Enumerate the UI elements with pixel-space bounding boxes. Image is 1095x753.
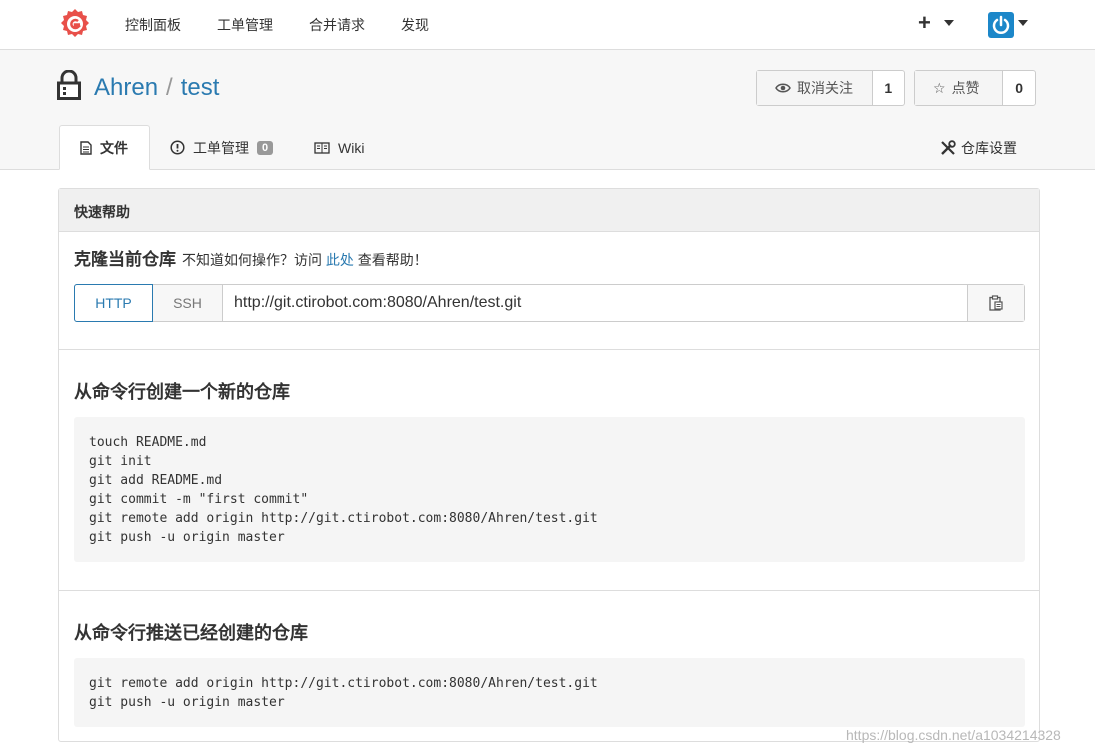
star-button-group: ☆ 点赞 0 <box>914 70 1036 106</box>
unwatch-button[interactable]: 取消关注 <box>757 71 873 105</box>
tab-settings-label: 仓库设置 <box>961 139 1017 156</box>
avatar[interactable] <box>988 12 1014 38</box>
power-icon <box>992 15 1010 34</box>
panel-header: 快速帮助 <box>59 189 1039 232</box>
clone-hint: 不知道如何操作？访问 此处 查看帮助！ <box>182 252 428 268</box>
code-line: git push -u origin master <box>89 530 285 545</box>
eye-icon <box>775 83 791 93</box>
ssh-button[interactable]: SSH <box>153 285 223 321</box>
gogs-logo-icon[interactable] <box>59 8 91 40</box>
watermark: https://blog.csdn.net/a1034214328 <box>846 727 1061 743</box>
user-dropdown-icon[interactable] <box>1018 20 1028 26</box>
divider <box>59 349 1039 350</box>
issues-count-badge: 0 <box>257 140 274 155</box>
code-line: git remote add origin http://git.ctirobo… <box>89 511 598 526</box>
watch-button-group: 取消关注 1 <box>756 70 905 106</box>
tab-files[interactable]: 文件 <box>59 125 150 170</box>
clone-hint-after: 查看帮助！ <box>357 252 428 268</box>
http-button[interactable]: HTTP <box>74 284 153 322</box>
watch-count[interactable]: 1 <box>873 71 904 105</box>
divider <box>59 590 1039 591</box>
code-line: git add README.md <box>89 473 223 488</box>
create-new-button[interactable]: + <box>918 10 931 36</box>
star-label: 点赞 <box>951 80 980 96</box>
tab-wiki-label: Wiki <box>338 139 365 156</box>
star-button[interactable]: ☆ 点赞 <box>915 71 1004 105</box>
lock-icon <box>57 70 81 100</box>
repo-header <box>0 50 1095 170</box>
repo-separator: / <box>166 74 173 101</box>
issue-icon <box>170 140 185 155</box>
repo-name-link[interactable]: test <box>181 74 220 101</box>
new-repo-code-block: touch README.md git init git add README.… <box>74 417 1025 562</box>
tab-files-label: 文件 <box>100 139 128 156</box>
push-existing-code-block: git remote add origin http://git.ctirobo… <box>74 658 1025 727</box>
new-repo-heading: 从命令行创建一个新的仓库 <box>74 382 290 402</box>
push-existing-heading: 从命令行推送已经创建的仓库 <box>74 623 308 643</box>
repo-title: Ahren / test <box>94 74 219 102</box>
create-dropdown-icon[interactable] <box>944 20 954 26</box>
clone-url-input[interactable]: http://git.ctirobot.com:8080/Ahren/test.… <box>223 285 967 321</box>
unwatch-label: 取消关注 <box>797 80 853 96</box>
code-line: git init <box>89 454 152 469</box>
code-line: git commit -m "first commit" <box>89 492 309 507</box>
clone-url-bar: HTTP SSH http://git.ctirobot.com:8080/Ah… <box>74 284 1025 322</box>
tab-issues-label: 工单管理 <box>193 139 249 156</box>
star-count[interactable]: 0 <box>1003 71 1035 105</box>
tab-issues[interactable]: 工单管理 0 <box>170 125 274 170</box>
copy-button[interactable] <box>967 285 1024 321</box>
nav-issues[interactable]: 工单管理 <box>217 15 273 35</box>
code-line: touch README.md <box>89 435 207 450</box>
clipboard-icon <box>989 295 1003 311</box>
tab-settings[interactable]: 仓库设置 <box>940 125 1017 170</box>
code-line: git push -u origin master <box>89 695 285 710</box>
star-icon: ☆ <box>933 79 946 96</box>
file-icon <box>80 140 92 155</box>
tab-wiki[interactable]: Wiki <box>314 125 364 170</box>
code-line: git remote add origin http://git.ctirobo… <box>89 676 598 691</box>
help-link[interactable]: 此处 <box>326 252 354 268</box>
nav-explore[interactable]: 发现 <box>401 15 429 35</box>
nav-pulls[interactable]: 合并请求 <box>309 15 365 35</box>
clone-heading: 克隆当前仓库 不知道如何操作？访问 此处 查看帮助！ <box>74 245 428 270</box>
clone-title: 克隆当前仓库 <box>74 250 176 269</box>
clone-hint-before: 不知道如何操作？访问 <box>182 252 322 268</box>
repo-owner-link[interactable]: Ahren <box>94 74 158 101</box>
book-icon <box>314 141 330 154</box>
quick-help-panel: 快速帮助 克隆当前仓库 不知道如何操作？访问 此处 查看帮助！ HTTP SSH … <box>58 188 1040 742</box>
tools-icon <box>941 139 956 155</box>
top-navbar: 控制面板 工单管理 合并请求 发现 + <box>0 0 1095 50</box>
nav-dashboard[interactable]: 控制面板 <box>125 15 181 35</box>
